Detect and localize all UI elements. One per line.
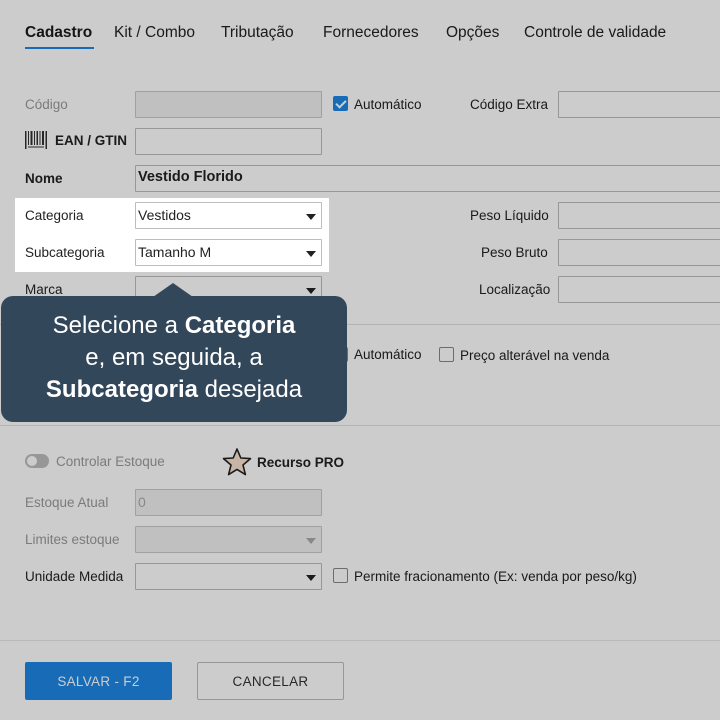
- codigo-label: Código: [25, 97, 68, 112]
- categoria-select[interactable]: Vestidos: [135, 202, 322, 229]
- chevron-down-icon: [306, 214, 316, 220]
- recurso-pro-label: Recurso PRO: [257, 455, 345, 470]
- chevron-down-icon: [306, 538, 316, 544]
- codigo-extra-label: Código Extra: [470, 97, 549, 112]
- tab-kit-combo[interactable]: Kit / Combo: [114, 24, 195, 42]
- tab-bar: Cadastro Kit / Combo Tributação Forneced…: [0, 0, 720, 60]
- permite-fracionamento-label: Permite fracionamento (Ex: venda por pes…: [354, 569, 637, 584]
- ean-field[interactable]: [135, 128, 322, 155]
- chevron-down-icon: [306, 251, 316, 257]
- tooltip-line-2: e, em seguida, a: [85, 344, 263, 371]
- ean-label: EAN / GTIN: [55, 133, 128, 148]
- tooltip-bold-text: Subcategoria: [45, 376, 198, 403]
- subcategoria-select[interactable]: Tamanho M: [135, 239, 322, 266]
- unidade-medida-label: Unidade Medida: [25, 569, 124, 584]
- limites-estoque-select: [135, 526, 322, 553]
- tooltip-line-3: Subcategoria desejada: [1, 374, 347, 406]
- tab-controle-validade[interactable]: Controle de validade: [524, 24, 666, 42]
- automatico-label: Automático: [354, 97, 422, 112]
- estoque-atual-label: Estoque Atual: [25, 495, 109, 510]
- tour-tooltip: Selecione a Categoria e, em seguida, a S…: [1, 296, 347, 422]
- tooltip-bold-text: Categoria: [184, 312, 296, 339]
- peso-bruto-field[interactable]: [558, 239, 720, 266]
- nome-field[interactable]: Vestido Florido: [135, 165, 720, 192]
- nome-label: Nome: [25, 171, 63, 186]
- subcategoria-label: Subcategoria: [25, 245, 105, 260]
- codigo-field: [135, 91, 322, 118]
- tooltip-text: desejada: [197, 376, 303, 403]
- tooltip-text: Selecione a: [52, 312, 185, 339]
- controlar-estoque-toggle[interactable]: [25, 454, 49, 468]
- marca-label: Marca: [25, 282, 63, 297]
- footer-divider: [0, 640, 720, 641]
- chevron-down-icon: [306, 288, 316, 294]
- peso-liquido-label: Peso Líquido: [470, 208, 549, 223]
- localizacao-field[interactable]: [558, 276, 720, 303]
- limites-estoque-label: Limites estoque: [25, 532, 120, 547]
- automatico-price-label: Automático: [354, 347, 422, 362]
- star-icon: [222, 448, 252, 476]
- peso-liquido-field[interactable]: [558, 202, 720, 229]
- spotlight-box: Categoria Vestidos Subcategoria Tamanho …: [15, 198, 329, 272]
- preco-alteravel-label: Preço alterável na venda: [460, 348, 610, 363]
- estoque-atual-field: 0: [135, 489, 322, 516]
- categoria-value: Vestidos: [138, 207, 191, 223]
- controlar-estoque-label: Controlar Estoque: [56, 454, 165, 469]
- tab-cadastro[interactable]: Cadastro: [25, 24, 92, 42]
- save-button[interactable]: SALVAR - F2: [25, 662, 172, 700]
- automatico-checkbox[interactable]: [333, 96, 348, 111]
- tab-opcoes[interactable]: Opções: [446, 24, 499, 42]
- tab-fornecedores[interactable]: Fornecedores: [323, 24, 419, 42]
- cancel-button[interactable]: CANCELAR: [197, 662, 344, 700]
- unidade-medida-select[interactable]: [135, 563, 322, 590]
- preco-alteravel-checkbox[interactable]: [439, 347, 454, 362]
- peso-bruto-label: Peso Bruto: [481, 245, 548, 260]
- section-divider: [0, 425, 720, 426]
- permite-fracionamento-checkbox[interactable]: [333, 568, 348, 583]
- tooltip-arrow: [153, 283, 193, 297]
- localizacao-label: Localização: [479, 282, 551, 297]
- tooltip-line-1: Selecione a Categoria: [1, 310, 347, 342]
- active-tab-indicator: [25, 47, 94, 49]
- chevron-down-icon: [306, 575, 316, 581]
- subcategoria-value: Tamanho M: [138, 244, 212, 260]
- codigo-extra-field[interactable]: [558, 91, 720, 118]
- tab-tributacao[interactable]: Tributação: [221, 24, 294, 42]
- categoria-label: Categoria: [25, 208, 84, 223]
- barcode-icon: [25, 131, 47, 149]
